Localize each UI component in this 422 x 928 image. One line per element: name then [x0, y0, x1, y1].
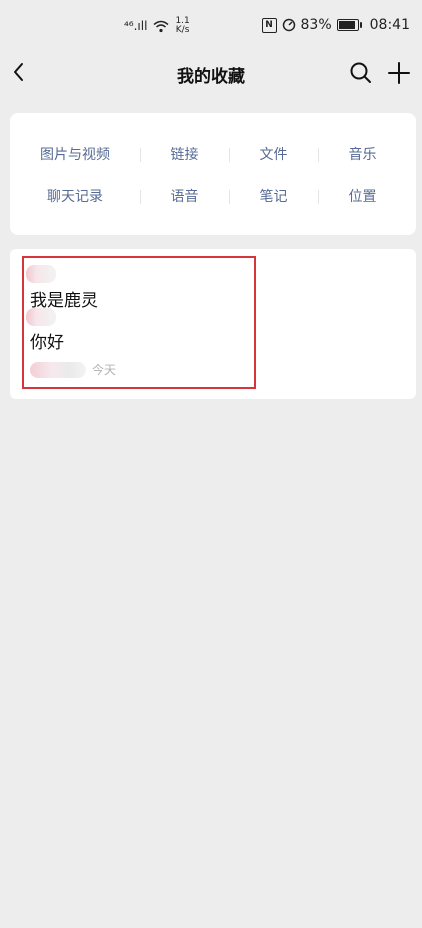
status-right: N 83% 08:41: [261, 17, 410, 33]
net-speed-unit: K/s: [175, 25, 190, 35]
signal-icon: ⁴⁶.ıll: [124, 19, 148, 33]
category-location[interactable]: 位置: [318, 185, 407, 209]
category-links[interactable]: 链接: [140, 143, 229, 167]
wifi-icon: [153, 20, 169, 33]
category-music[interactable]: 音乐: [318, 143, 407, 167]
status-left: ⁴⁶.ıll 1.1 K/s: [124, 17, 190, 35]
category-card: 图片与视频 链接 文件 音乐 聊天记录 语音 笔记 位置: [10, 113, 416, 235]
clock-time: 08:41: [369, 17, 410, 33]
speedometer-icon: [282, 18, 296, 32]
search-icon: [350, 62, 371, 83]
category-row-1: 图片与视频 链接 文件 音乐: [10, 143, 416, 167]
category-notes[interactable]: 笔记: [229, 185, 318, 209]
category-images-videos[interactable]: 图片与视频: [10, 143, 140, 167]
category-row-2: 聊天记录 语音 笔记 位置: [10, 185, 416, 209]
battery-icon: [336, 19, 362, 31]
highlight-box: [22, 256, 256, 389]
category-chat-history[interactable]: 聊天记录: [10, 185, 140, 209]
plus-icon: [388, 62, 410, 84]
favorite-item[interactable]: 我是鹿灵 你好 今天: [10, 249, 416, 399]
search-button[interactable]: [348, 60, 374, 86]
category-voice[interactable]: 语音: [140, 185, 229, 209]
category-files[interactable]: 文件: [229, 143, 318, 167]
nfc-icon: N: [261, 17, 277, 33]
nav-bar: 我的收藏: [0, 52, 422, 96]
battery-percent: 83%: [300, 17, 332, 33]
status-bar: ⁴⁶.ıll 1.1 K/s N 83% 08:41: [0, 0, 422, 52]
net-speed: 1.1 K/s: [175, 17, 189, 35]
add-button[interactable]: [386, 60, 412, 86]
